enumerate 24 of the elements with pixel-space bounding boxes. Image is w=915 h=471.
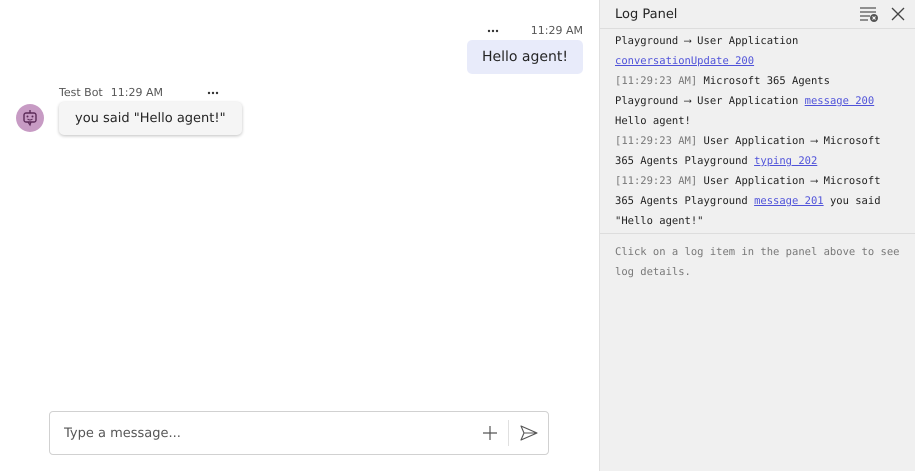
send-icon[interactable]: [519, 424, 539, 442]
log-link[interactable]: conversationUpdate 200: [615, 55, 754, 67]
add-icon[interactable]: [482, 425, 498, 441]
sender-name: Test Bot: [59, 86, 103, 99]
log-entry[interactable]: [11:29:23 AM] Microsoft 365 Agents Playground ⟶ User Application message 200 Hello agent!: [615, 71, 893, 131]
message-time: 11:29 AM: [530, 24, 583, 37]
more-options-icon[interactable]: [486, 28, 499, 32]
log-entry[interactable]: Playground ⟶ User Application conversationUpdate 200: [615, 31, 893, 71]
log-entry[interactable]: [11:29:23 AM] User Application ⟶ Microsoft 365 Agents Playground typing 202: [615, 131, 893, 171]
message-composer[interactable]: Type a message...: [49, 411, 549, 455]
clear-log-icon[interactable]: [859, 6, 879, 22]
message-bubble: you said "Hello agent!": [59, 102, 242, 135]
message-time: 11:29 AM: [110, 86, 163, 99]
log-link[interactable]: typing 202: [754, 155, 818, 167]
message-bubble: Hello agent!: [467, 40, 583, 74]
close-icon[interactable]: [891, 7, 905, 21]
log-hint: Click on a log item in the panel above to see log details.: [614, 245, 900, 280]
bot-avatar-icon: [16, 104, 44, 132]
log-link[interactable]: message 200: [804, 95, 874, 107]
panel-title: Log Panel: [615, 6, 678, 22]
log-link[interactable]: message 201: [754, 195, 824, 207]
more-options-icon[interactable]: [206, 90, 219, 94]
message-input-field[interactable]: Type a message...: [62, 424, 472, 442]
log-entry[interactable]: [11:29:23 AM] User Application ⟶ Microsoft 365 Agents Playground message 201 you said "Hello agent!": [615, 171, 893, 231]
